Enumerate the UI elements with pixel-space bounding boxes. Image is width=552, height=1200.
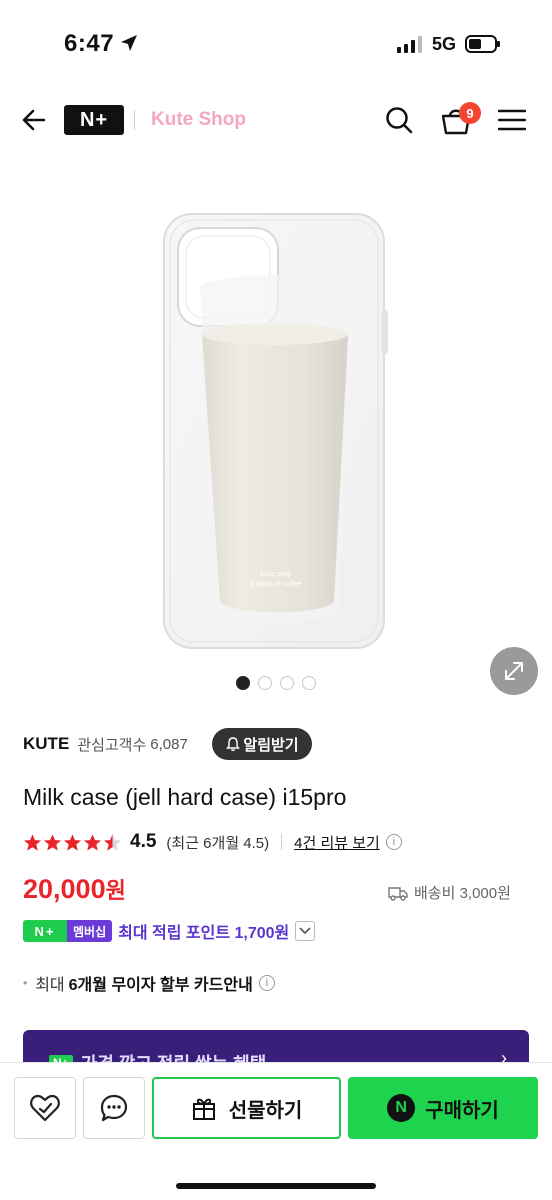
image-caption-2: a glass of coffee [251,581,302,588]
membership-chip-label: 멤버십 [67,920,113,942]
info-icon[interactable]: i [385,834,402,850]
naver-plus-logo[interactable]: N+ [64,105,124,135]
back-arrow-icon[interactable] [20,106,48,134]
notify-label: 알림받기 [243,736,299,754]
installment-info-icon[interactable]: i [258,975,275,991]
price-value: 20,000 [23,874,106,904]
battery-icon [465,35,500,53]
naver-pay-icon: N [387,1094,416,1122]
rating-recent: (최근 6개월 4.5) [166,834,270,852]
points-row: N+ 멤버십 최대 적립 포인트 1,700원 [23,917,316,945]
membership-chip: N+ 멤버십 [23,920,113,942]
rating-divider [281,834,283,850]
bell-plus-icon [226,737,241,751]
rating-row: 4.5 (최근 6개월 4.5) 4건 리뷰 보기 i [23,829,402,855]
price-unit: 원 [105,878,126,903]
chevron-down-icon [299,927,311,935]
menu-icon[interactable] [498,108,526,132]
home-indicator [176,1183,376,1189]
image-caption-1: Kute shop [260,571,292,578]
buy-button[interactable]: N 구매하기 [348,1077,538,1139]
header-divider [134,110,135,130]
star-icon [43,833,62,851]
shipping-info: 배송비 3,000원 [388,882,511,903]
location-arrow-icon [121,35,137,51]
brand-name[interactable]: KUTE [23,734,69,754]
installment-row[interactable]: • 최대 6개월 무이자 할부 카드안내 i [23,970,275,996]
carousel-dots [236,676,316,690]
followers-count: 6,087 [150,735,188,753]
talk-button[interactable] [83,1077,145,1139]
installment-prefix: 최대 [35,977,65,994]
bottom-action-bar: 선물하기 N 구매하기 [0,1062,552,1200]
phone-case-illustration: Kute shop a glass of coffee [163,213,388,649]
carousel-dot[interactable] [258,676,272,690]
truck-icon [388,886,408,901]
product-title: Milk case (jell hard case) i15pro [23,784,347,810]
installment-text: 6개월 무이자 할부 카드안내 [68,977,253,994]
gift-label: 선물하기 [228,1099,303,1122]
gift-button[interactable]: 선물하기 [152,1077,341,1139]
carousel-dot[interactable] [302,676,316,690]
star-icon [103,833,122,851]
points-expand-button[interactable] [295,921,316,941]
bullet: • [23,976,28,990]
chat-bubble-icon [100,1094,128,1122]
rating-value: 4.5 [130,831,157,852]
wishlist-button[interactable] [14,1077,76,1139]
shop-name[interactable]: Kute Shop [151,109,246,131]
brand-row: KUTE 관심고객수 6,087 [23,727,188,761]
star-icon [83,833,102,851]
signal-icon [397,36,422,53]
promo-banner[interactable]: N+ 가격 깎고 적립 쌓는 혜택 › [23,1030,529,1066]
status-time: 6:47 [64,30,115,57]
followers-label: 관심고객수 [77,736,147,754]
expand-icon [505,662,523,680]
carousel-dot[interactable] [236,676,250,690]
carousel-dot[interactable] [280,676,294,690]
search-icon[interactable] [384,105,414,135]
rating-stars [23,833,122,852]
buy-label: 구매하기 [425,1099,499,1122]
notify-button[interactable]: 알림받기 [212,728,312,760]
gift-icon [192,1098,215,1120]
network-type: 5G [432,34,457,54]
star-icon [23,833,42,851]
price: 20,000원 [23,873,126,905]
membership-chip-logo: N+ [23,920,67,942]
expand-image-button[interactable] [490,647,538,695]
review-link[interactable]: 4건 리뷰 보기 [294,832,380,853]
cart-count-badge: 9 [459,102,481,124]
max-points-text: 최대 적립 포인트 1,700원 [118,925,290,942]
shipping-fee: 배송비 3,000원 [414,885,511,902]
star-icon [63,833,82,851]
status-bar: 6:47 5G [0,0,552,92]
product-image[interactable]: Kute shop a glass of coffee [160,210,392,652]
heart-check-icon [30,1094,60,1122]
